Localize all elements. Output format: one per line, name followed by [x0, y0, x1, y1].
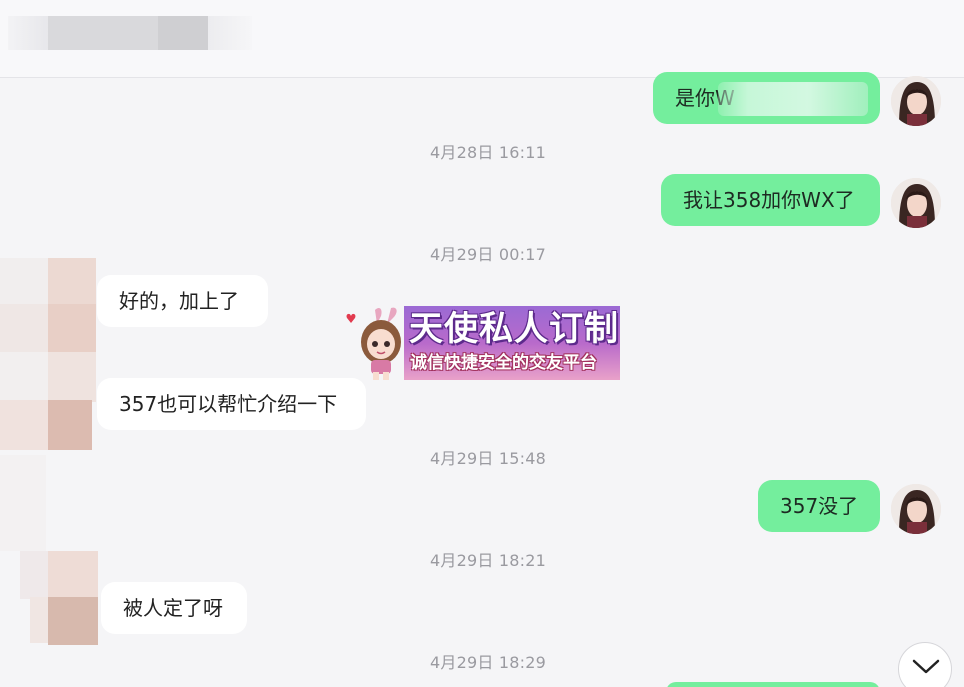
contact-name-blurred	[8, 16, 252, 50]
my-avatar[interactable]	[891, 178, 941, 228]
message-bubble-mine[interactable]: 我让358加你WX了	[661, 174, 880, 226]
message-bubble-mine[interactable]	[666, 682, 880, 687]
message-text: 357没了	[780, 494, 859, 518]
avatar-photo-icon	[891, 178, 941, 228]
message-text: 我让358加你WX了	[683, 188, 855, 212]
message-text-blur	[718, 82, 868, 116]
avatar-photo-icon	[891, 484, 941, 534]
message-bubble-mine[interactable]: 357没了	[758, 480, 880, 532]
message-text: 被人定了呀	[123, 596, 223, 620]
timestamp: 4月29日 18:29	[430, 653, 546, 672]
scroll-to-bottom-button[interactable]	[898, 642, 952, 687]
message-bubble-theirs[interactable]: 被人定了呀	[101, 582, 247, 634]
promo-subtitle: 诚信快捷安全的交友平台	[410, 353, 597, 373]
timestamp: 4月29日 15:48	[430, 449, 546, 468]
promo-watermark: 天使私人订制 诚信快捷安全的交友平台	[345, 306, 621, 380]
timestamp: 4月29日 18:21	[430, 551, 546, 570]
my-avatar[interactable]	[891, 484, 941, 534]
message-bubble-theirs[interactable]: 好的，加上了	[97, 275, 268, 327]
chat-header	[0, 0, 964, 78]
promo-title: 天使私人订制	[409, 309, 619, 349]
bunny-girl-mascot-icon	[346, 307, 401, 380]
chevron-down-icon	[912, 659, 940, 674]
message-bubble-theirs[interactable]: 357也可以帮忙介绍一下	[97, 378, 366, 430]
avatar-photo-icon	[891, 76, 941, 126]
message-text: 357也可以帮忙介绍一下	[119, 392, 338, 416]
chat-window: 是你W 4月28日 16:11 我让358加你WX了 4月29日 00:17 好…	[0, 0, 964, 687]
timestamp: 4月28日 16:11	[430, 143, 546, 162]
contact-avatar-blurred[interactable]	[0, 258, 100, 453]
message-text: 好的，加上了	[119, 289, 239, 313]
my-avatar[interactable]	[891, 76, 941, 126]
timestamp: 4月29日 00:17	[430, 245, 546, 264]
